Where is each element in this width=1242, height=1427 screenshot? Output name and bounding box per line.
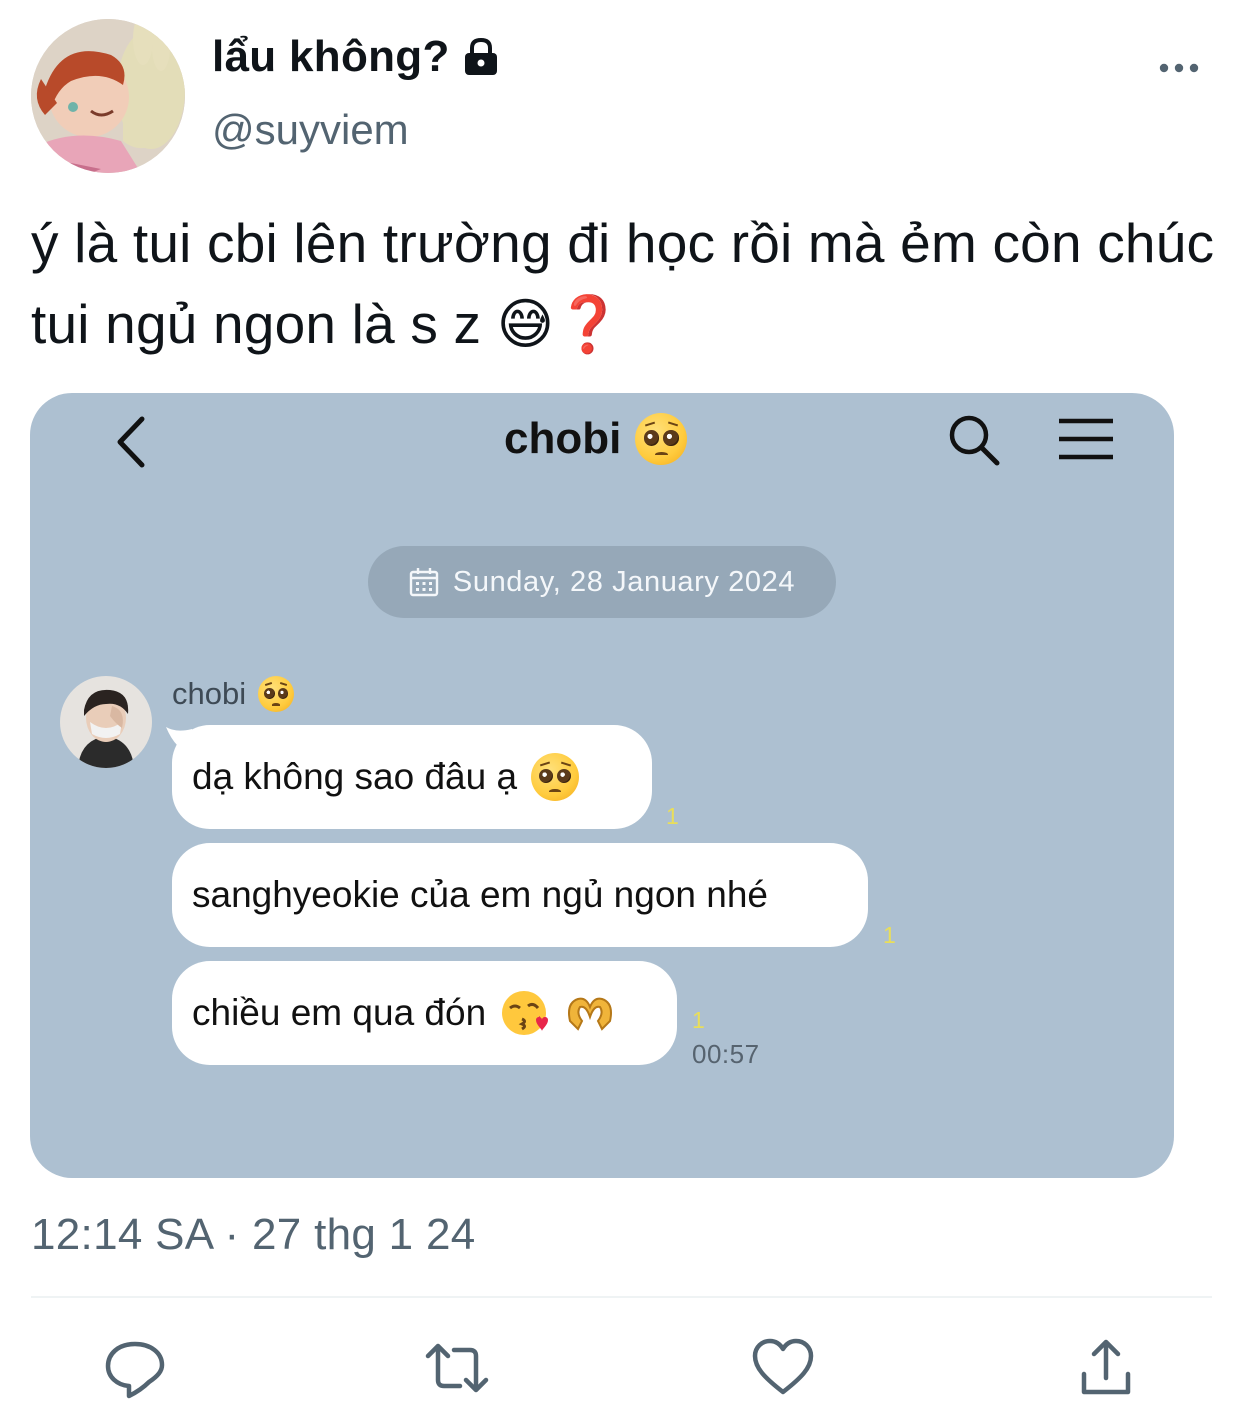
chat-title-text: chobi bbox=[504, 414, 622, 463]
retweet-icon[interactable] bbox=[425, 1336, 489, 1400]
chat-sender-name: chobi bbox=[172, 676, 295, 712]
sender-name-text: chobi bbox=[172, 676, 247, 711]
heart-icon[interactable] bbox=[751, 1336, 815, 1400]
tweet-text: ý là tui cbi lên trường đi học rồi mà ẻm… bbox=[31, 212, 1215, 355]
share-icon[interactable] bbox=[1074, 1336, 1138, 1400]
tweet-media-image[interactable]: chobi Sunday, 28 January 2024 chobi dạ k… bbox=[30, 393, 1174, 1178]
heart-hands-icon bbox=[568, 997, 613, 1031]
divider bbox=[31, 1296, 1212, 1298]
author-avatar-image bbox=[31, 19, 185, 173]
face-blowing-kiss-icon bbox=[502, 991, 549, 1035]
more-horizontal-icon[interactable] bbox=[1156, 56, 1202, 80]
chat-message-text: chiều em qua đón bbox=[192, 992, 487, 1033]
chat-date-pill: Sunday, 28 January 2024 bbox=[368, 546, 836, 618]
lock-icon bbox=[464, 37, 497, 75]
sender-avatar bbox=[60, 676, 152, 768]
sender-avatar-image bbox=[60, 676, 152, 768]
calendar-icon bbox=[409, 568, 439, 597]
read-count: 1 bbox=[666, 803, 679, 829]
author-avatar[interactable] bbox=[31, 19, 185, 173]
chat-message: chiều em qua đón bbox=[172, 961, 677, 1065]
read-count: 1 bbox=[692, 1007, 705, 1033]
chat-message-text: dạ không sao đâu ạ bbox=[192, 756, 518, 797]
tweet: lẩu không? @suyviem ý là tui cbi lên trư… bbox=[0, 0, 1242, 1427]
message-time: 00:57 bbox=[692, 1039, 760, 1069]
chat-message: sanghyeokie của em ngủ ngon nhé bbox=[172, 843, 868, 947]
pleading-face-icon bbox=[258, 676, 295, 712]
read-count: 1 bbox=[883, 922, 896, 948]
author-display-name[interactable]: lẩu không? bbox=[212, 32, 500, 82]
pleading-face-icon bbox=[531, 753, 580, 801]
chat-message-text: sanghyeokie của em ngủ ngon nhé bbox=[192, 874, 768, 915]
display-name-text: lẩu không? bbox=[212, 32, 450, 81]
reply-icon[interactable] bbox=[103, 1336, 167, 1400]
tweet-timestamp[interactable]: 12:14 SA · 27 thg 1 24 bbox=[31, 1210, 476, 1260]
search-icon bbox=[949, 415, 1000, 466]
chevron-left-icon bbox=[117, 416, 145, 468]
chat-message: dạ không sao đâu ạ bbox=[172, 725, 652, 829]
chat-title: chobi bbox=[504, 413, 688, 465]
author-handle[interactable]: @suyviem bbox=[212, 106, 409, 154]
chat-date-label: Sunday, 28 January 2024 bbox=[452, 565, 796, 598]
menu-icon bbox=[1059, 418, 1113, 460]
pleading-face-icon bbox=[635, 413, 688, 465]
